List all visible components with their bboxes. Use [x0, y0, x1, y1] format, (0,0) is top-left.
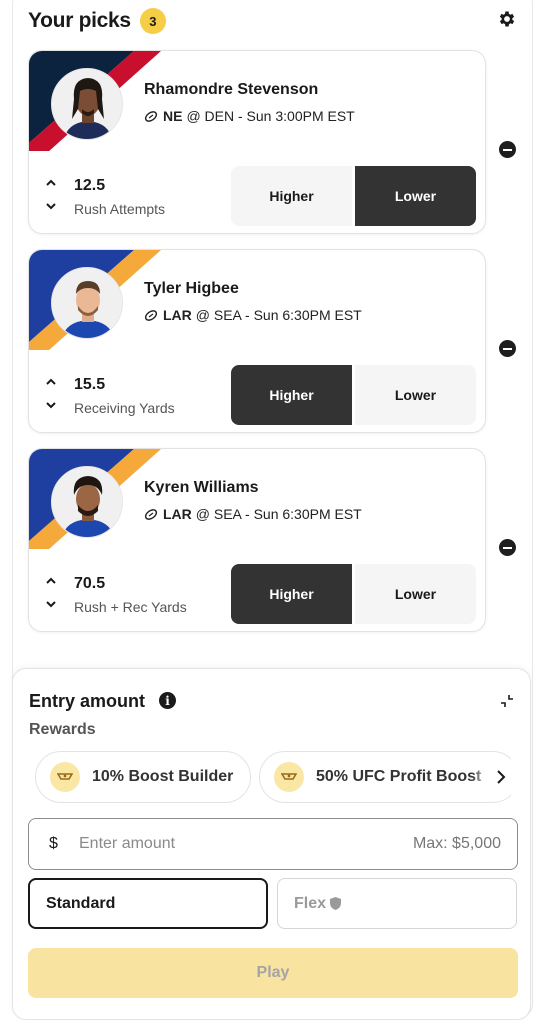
entry-amount-field[interactable]: $ Max: $5,000 — [28, 818, 518, 870]
higher-button[interactable]: Higher — [231, 166, 352, 226]
matchup: LAR @ SEA - Sun 6:30PM EST — [144, 506, 362, 522]
remove-icon[interactable] — [499, 340, 516, 357]
picks-header: Your picks 3 — [28, 6, 166, 36]
lower-button[interactable]: Lower — [355, 365, 476, 425]
chevron-down-icon[interactable] — [45, 401, 57, 409]
entry-amount-title: Entry amount — [29, 691, 146, 711]
gear-icon[interactable] — [497, 9, 517, 29]
chevron-up-icon[interactable] — [45, 378, 57, 386]
player-name: Tyler Higbee — [144, 280, 239, 297]
player-avatar — [51, 466, 123, 538]
remove-icon[interactable] — [499, 539, 516, 556]
reward-pill[interactable]: 50% UFC Profit Boost — [259, 751, 511, 803]
flex-mode-button[interactable]: Flex — [277, 878, 517, 929]
team-code: LAR — [163, 506, 192, 522]
projection-line: 12.5 — [74, 177, 106, 194]
projection-line: 15.5 — [74, 376, 106, 393]
chevron-right-icon[interactable] — [485, 761, 511, 793]
player-avatar — [51, 267, 123, 339]
reward-label: 50% UFC Profit Boost — [316, 768, 482, 785]
chevron-up-icon[interactable] — [45, 577, 57, 585]
lower-button[interactable]: Lower — [355, 166, 476, 226]
player-name: Rhamondre Stevenson — [144, 81, 319, 98]
shield-icon — [330, 897, 342, 910]
stat-type: Rush Attempts — [74, 201, 166, 217]
higher-lower-toggle: Higher Lower — [231, 365, 476, 425]
stat-type: Rush + Rec Yards — [74, 599, 187, 615]
player-avatar — [51, 68, 123, 140]
info-icon[interactable]: i — [159, 692, 176, 709]
picks-count-badge: 3 — [139, 8, 166, 34]
pick-card: Kyren Williams LAR @ SEA - Sun 6:30PM ES… — [28, 448, 486, 632]
reward-coin-icon — [50, 762, 80, 792]
higher-lower-toggle: Higher Lower — [231, 166, 476, 226]
rewards-carousel: 10% Boost Builder 50% UFC Profit Boost — [35, 751, 511, 803]
pick-card: Tyler Higbee LAR @ SEA - Sun 6:30PM EST … — [28, 249, 486, 433]
chevron-down-icon[interactable] — [45, 202, 57, 210]
team-code: NE — [163, 108, 183, 124]
remove-icon[interactable] — [499, 141, 516, 158]
reward-pill[interactable]: 10% Boost Builder — [35, 751, 251, 803]
pick-card: Rhamondre Stevenson NE @ DEN - Sun 3:00P… — [28, 50, 486, 234]
higher-button[interactable]: Higher — [231, 564, 352, 624]
matchup: LAR @ SEA - Sun 6:30PM EST — [144, 307, 362, 323]
game-info: @ DEN - Sun 3:00PM EST — [186, 108, 355, 124]
rewards-label: Rewards — [29, 721, 96, 738]
entry-panel: Entry amount i Rewards 10% Boost Builder… — [12, 668, 531, 1020]
line-arrows — [45, 577, 57, 613]
player-name: Kyren Williams — [144, 479, 259, 496]
team-code: LAR — [163, 307, 192, 323]
matchup: NE @ DEN - Sun 3:00PM EST — [144, 108, 355, 124]
higher-lower-toggle: Higher Lower — [231, 564, 476, 624]
higher-button[interactable]: Higher — [231, 365, 352, 425]
football-icon — [144, 508, 158, 520]
lower-button[interactable]: Lower — [355, 564, 476, 624]
stat-type: Receiving Yards — [74, 400, 175, 416]
game-info: @ SEA - Sun 6:30PM EST — [195, 506, 362, 522]
max-amount-label: Max: $5,000 — [412, 835, 501, 852]
game-info: @ SEA - Sun 6:30PM EST — [195, 307, 362, 323]
reward-coin-icon — [274, 762, 304, 792]
standard-mode-button[interactable]: Standard — [28, 878, 268, 929]
chevron-down-icon[interactable] — [45, 600, 57, 608]
reward-label: 10% Boost Builder — [92, 768, 234, 785]
flex-mode-label: Flex — [294, 894, 327, 912]
chevron-up-icon[interactable] — [45, 179, 57, 187]
play-button[interactable]: Play — [28, 948, 518, 998]
line-arrows — [45, 179, 57, 215]
standard-mode-label: Standard — [46, 894, 116, 912]
line-arrows — [45, 378, 57, 414]
entry-amount-input[interactable] — [79, 835, 379, 853]
football-icon — [144, 110, 158, 122]
football-icon — [144, 309, 158, 321]
projection-line: 70.5 — [74, 575, 106, 592]
collapse-icon[interactable] — [499, 693, 515, 709]
currency-symbol: $ — [49, 835, 58, 852]
picks-title: Your picks — [28, 9, 131, 32]
